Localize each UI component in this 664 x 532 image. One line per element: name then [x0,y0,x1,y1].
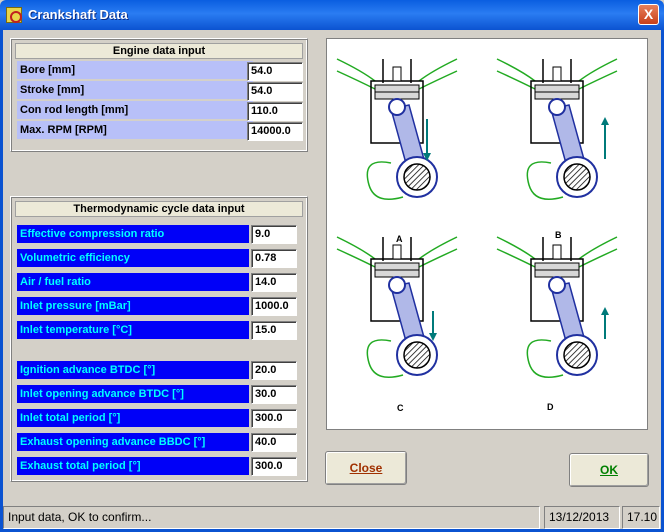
exhaust-opening-input[interactable]: 40.0 [251,433,297,452]
exhaust-period-label: Exhaust total period [°] [17,457,249,475]
volumetric-efficiency-label: Volumetric efficiency [17,249,249,267]
compression-ratio-label: Effective compression ratio [17,225,249,243]
thermo-data-panel: Thermodynamic cycle data input Effective… [10,196,308,482]
close-button-label: Close [349,461,383,475]
bore-input[interactable]: 54.0 [247,62,303,81]
inlet-opening-label: Inlet opening advance BTDC [°] [17,385,249,403]
stage-label-d: D [547,402,554,412]
max-rpm-input[interactable]: 14000.0 [247,122,303,141]
inlet-temperature-input[interactable]: 15.0 [251,321,297,340]
inlet-period-input[interactable]: 300.0 [251,409,297,428]
stage-label-c: C [397,403,404,413]
status-message: Input data, OK to confirm... [3,506,540,529]
close-button[interactable]: Close [325,451,407,485]
stroke-label: Stroke [mm] [17,81,253,99]
exhaust-opening-label: Exhaust opening advance BBDC [°] [17,433,249,451]
status-date: 13/12/2013 [544,506,620,529]
inlet-pressure-label: Inlet pressure [mBar] [17,297,249,315]
ignition-advance-label: Ignition advance BTDC [°] [17,361,249,379]
inlet-temperature-label: Inlet temperature [°C] [17,321,249,339]
thermo-data-title: Thermodynamic cycle data input [15,201,303,217]
inlet-pressure-input[interactable]: 1000.0 [251,297,297,316]
window-title: Crankshaft Data [28,7,128,22]
engine-data-title: Engine data input [15,43,303,59]
ignition-advance-input[interactable]: 20.0 [251,361,297,380]
inlet-opening-input[interactable]: 30.0 [251,385,297,404]
app-icon [6,7,22,23]
stage-label-a: A [396,234,403,244]
engine-cycle-diagram: A B C D [326,38,648,430]
max-rpm-label: Max. RPM [RPM] [17,121,253,139]
window-close-button[interactable]: X [638,4,659,25]
bore-label: Bore [mm] [17,61,253,79]
title-bar: Crankshaft Data X [0,0,664,30]
exhaust-period-input[interactable]: 300.0 [251,457,297,476]
stroke-input[interactable]: 54.0 [247,82,303,101]
piston-diagram-svg [336,58,618,379]
stage-label-b: B [555,230,562,240]
volumetric-efficiency-input[interactable]: 0.78 [251,249,297,268]
status-bar: Input data, OK to confirm... 13/12/2013 … [3,506,661,529]
engine-data-panel: Engine data input Bore [mm] 54.0 Stroke … [10,38,308,152]
air-fuel-label: Air / fuel ratio [17,273,249,291]
air-fuel-input[interactable]: 14.0 [251,273,297,292]
conrod-label: Con rod length [mm] [17,101,253,119]
compression-ratio-input[interactable]: 9.0 [251,225,297,244]
status-time: 17.10 [622,506,660,529]
inlet-period-label: Inlet total period [°] [17,409,249,427]
ok-button-label: OK [600,463,618,477]
ok-button[interactable]: OK [569,453,649,487]
conrod-input[interactable]: 110.0 [247,102,303,121]
